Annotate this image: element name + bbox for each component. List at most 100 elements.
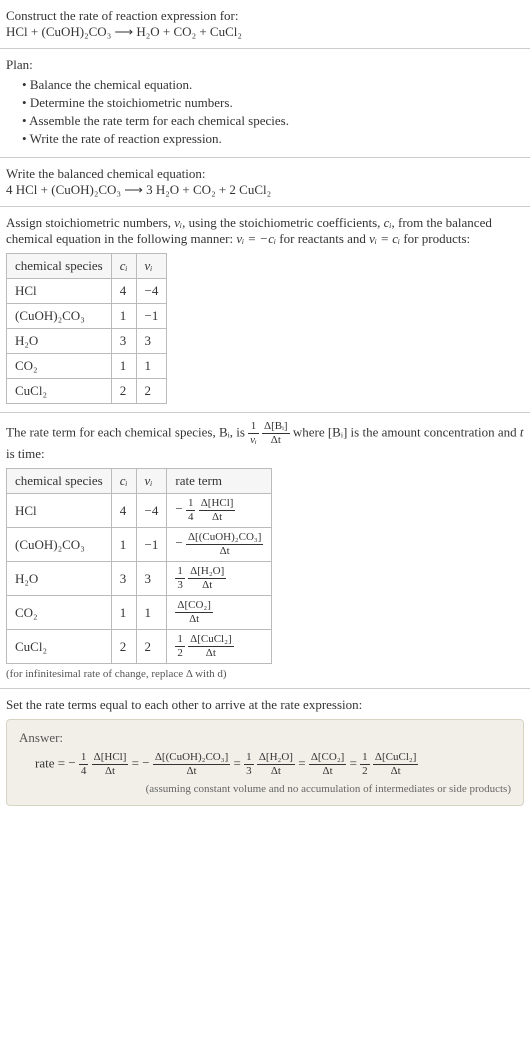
rate-pre: − bbox=[175, 501, 182, 516]
cell-species: CO₂ bbox=[7, 596, 112, 630]
cell-nu: −4 bbox=[136, 279, 167, 304]
table-row: HCl 4 −4 − 14 Δ[HCl]Δt bbox=[7, 494, 272, 528]
lead-num: 1 bbox=[186, 498, 196, 511]
cell-rate: − 14 Δ[HCl]Δt bbox=[167, 494, 272, 528]
plan-title: Plan: bbox=[6, 57, 524, 73]
assign-ci: cᵢ bbox=[384, 215, 392, 230]
col-ci: cᵢ bbox=[111, 254, 136, 279]
cell-species: HCl bbox=[7, 494, 112, 528]
rate-main-frac: Δ[(CuOH)₂CO₃]Δt bbox=[153, 752, 230, 777]
rateterm-section: The rate term for each chemical species,… bbox=[0, 413, 530, 689]
lead-num: 1 bbox=[244, 752, 254, 765]
cell-nu: −4 bbox=[136, 494, 167, 528]
lead-num: 1 bbox=[360, 752, 370, 765]
rate-label: rate = bbox=[35, 755, 68, 770]
rate-term: − 14 Δ[HCl]Δt bbox=[68, 755, 131, 770]
rateterm-table: chemical species cᵢ νᵢ rate term HCl 4 −… bbox=[6, 468, 272, 664]
cell-rate: Δ[CO₂]Δt bbox=[167, 596, 272, 630]
answer-note: (assuming constant volume and no accumul… bbox=[19, 783, 511, 795]
table-row: (CuOH)₂CO₃ 1 −1 − Δ[(CuOH)₂CO₃]Δt bbox=[7, 528, 272, 562]
table-row: CO₂ 1 1 bbox=[7, 354, 167, 379]
final-section: Set the rate terms equal to each other t… bbox=[0, 689, 530, 814]
plan-item: Write the rate of reaction expression. bbox=[22, 131, 524, 147]
rateterm-t: t bbox=[520, 424, 524, 439]
plan-list: Balance the chemical equation. Determine… bbox=[6, 77, 524, 147]
rateterm-text-a: The rate term for each chemical species,… bbox=[6, 424, 248, 439]
rate-num: Δ[CO₂] bbox=[309, 752, 347, 765]
rate-term: Δ[CO₂]Δt bbox=[309, 755, 350, 770]
rate-lead-frac: 12 bbox=[360, 752, 370, 777]
assign-text-b: , using the stoichiometric coefficients, bbox=[182, 215, 384, 230]
rate-term: 12 Δ[CuCl₂]Δt bbox=[360, 755, 418, 770]
rate-main-frac: Δ[HCl]Δt bbox=[92, 752, 129, 777]
stoich-table: chemical species cᵢ νᵢ HCl 4 −4 (CuOH)₂C… bbox=[6, 253, 167, 404]
rate-den: Δt bbox=[188, 579, 226, 591]
rate-lead-frac: 13 bbox=[175, 566, 185, 591]
cell-ci: 3 bbox=[111, 562, 136, 596]
cell-species: HCl bbox=[7, 279, 112, 304]
cell-nu: 3 bbox=[136, 329, 167, 354]
balanced-equation: 4 HCl + (CuOH)₂CO₃ ⟶ 3 H₂O + CO₂ + 2 CuC… bbox=[6, 182, 524, 198]
cell-ci: 1 bbox=[111, 596, 136, 630]
lead-num: 1 bbox=[175, 566, 185, 579]
rate-den: Δt bbox=[188, 647, 233, 659]
assign-section: Assign stoichiometric numbers, νᵢ, using… bbox=[0, 207, 530, 413]
rateterm-text-b: where [Bᵢ] is the amount concentration a… bbox=[293, 424, 520, 439]
prompt-equation: HCl + (CuOH)₂CO₃ ⟶ H₂O + CO₂ + CuCl₂ bbox=[6, 24, 524, 40]
col-rate: rate term bbox=[167, 469, 272, 494]
rate-den: Δt bbox=[309, 765, 347, 777]
assign-text-d: for reactants and bbox=[276, 231, 369, 246]
cell-nu: 2 bbox=[136, 630, 167, 664]
prompt-title: Construct the rate of reaction expressio… bbox=[6, 8, 524, 24]
cell-species: CuCl₂ bbox=[7, 630, 112, 664]
rate-num: Δ[(CuOH)₂CO₃] bbox=[153, 752, 230, 765]
cell-ci: 2 bbox=[111, 379, 136, 404]
plan-item: Balance the chemical equation. bbox=[22, 77, 524, 93]
rate-main-frac: Δ[H₂O]Δt bbox=[188, 566, 226, 591]
balanced-title: Write the balanced chemical equation: bbox=[6, 166, 524, 182]
cell-nu: 1 bbox=[136, 354, 167, 379]
assign-rel2: νᵢ = cᵢ bbox=[369, 231, 400, 246]
assign-rel1: νᵢ = −cᵢ bbox=[236, 231, 276, 246]
frac-outer: 1 νᵢ bbox=[248, 421, 259, 446]
plan-item: Assemble the rate term for each chemical… bbox=[22, 113, 524, 129]
table-header-row: chemical species cᵢ νᵢ rate term bbox=[7, 469, 272, 494]
col-species: chemical species bbox=[7, 469, 112, 494]
cell-rate: 13 Δ[H₂O]Δt bbox=[167, 562, 272, 596]
cell-species: (CuOH)₂CO₃ bbox=[7, 304, 112, 329]
table-row: HCl 4 −4 bbox=[7, 279, 167, 304]
assign-text: Assign stoichiometric numbers, νᵢ, using… bbox=[6, 215, 524, 247]
table-header-row: chemical species cᵢ νᵢ bbox=[7, 254, 167, 279]
frac-inner-den: Δt bbox=[262, 434, 290, 446]
rate-den: Δt bbox=[199, 511, 236, 523]
rate-num: Δ[CuCl₂] bbox=[373, 752, 418, 765]
cell-ci: 4 bbox=[111, 279, 136, 304]
cell-species: CO₂ bbox=[7, 354, 112, 379]
rate-num: Δ[CO₂] bbox=[175, 600, 213, 613]
rate-den: Δt bbox=[186, 545, 263, 557]
rate-den: Δt bbox=[153, 765, 230, 777]
col-nu: νᵢ bbox=[136, 254, 167, 279]
lead-den: 3 bbox=[244, 765, 254, 777]
rate-main-frac: Δ[HCl]Δt bbox=[199, 498, 236, 523]
rate-main-frac: Δ[CO₂]Δt bbox=[175, 600, 213, 625]
cell-nu: −1 bbox=[136, 304, 167, 329]
lead-den: 2 bbox=[360, 765, 370, 777]
prompt-section: Construct the rate of reaction expressio… bbox=[0, 0, 530, 49]
answer-label: Answer: bbox=[19, 730, 511, 746]
cell-species: CuCl₂ bbox=[7, 379, 112, 404]
lead-den: 4 bbox=[186, 511, 196, 523]
table-row: CO₂ 1 1 Δ[CO₂]Δt bbox=[7, 596, 272, 630]
table-row: H₂O 3 3 bbox=[7, 329, 167, 354]
answer-box: Answer: rate = − 14 Δ[HCl]Δt = − Δ[(CuOH… bbox=[6, 719, 524, 806]
lead-den: 4 bbox=[79, 765, 89, 777]
rate-pre: − bbox=[142, 755, 149, 770]
table-row: H₂O 3 3 13 Δ[H₂O]Δt bbox=[7, 562, 272, 596]
rate-den: Δt bbox=[175, 613, 213, 625]
cell-species: (CuOH)₂CO₃ bbox=[7, 528, 112, 562]
rate-main-frac: Δ[H₂O]Δt bbox=[257, 752, 295, 777]
rate-main-frac: Δ[CO₂]Δt bbox=[309, 752, 347, 777]
lead-num: 1 bbox=[79, 752, 89, 765]
cell-nu: 2 bbox=[136, 379, 167, 404]
table-row: (CuOH)₂CO₃ 1 −1 bbox=[7, 304, 167, 329]
